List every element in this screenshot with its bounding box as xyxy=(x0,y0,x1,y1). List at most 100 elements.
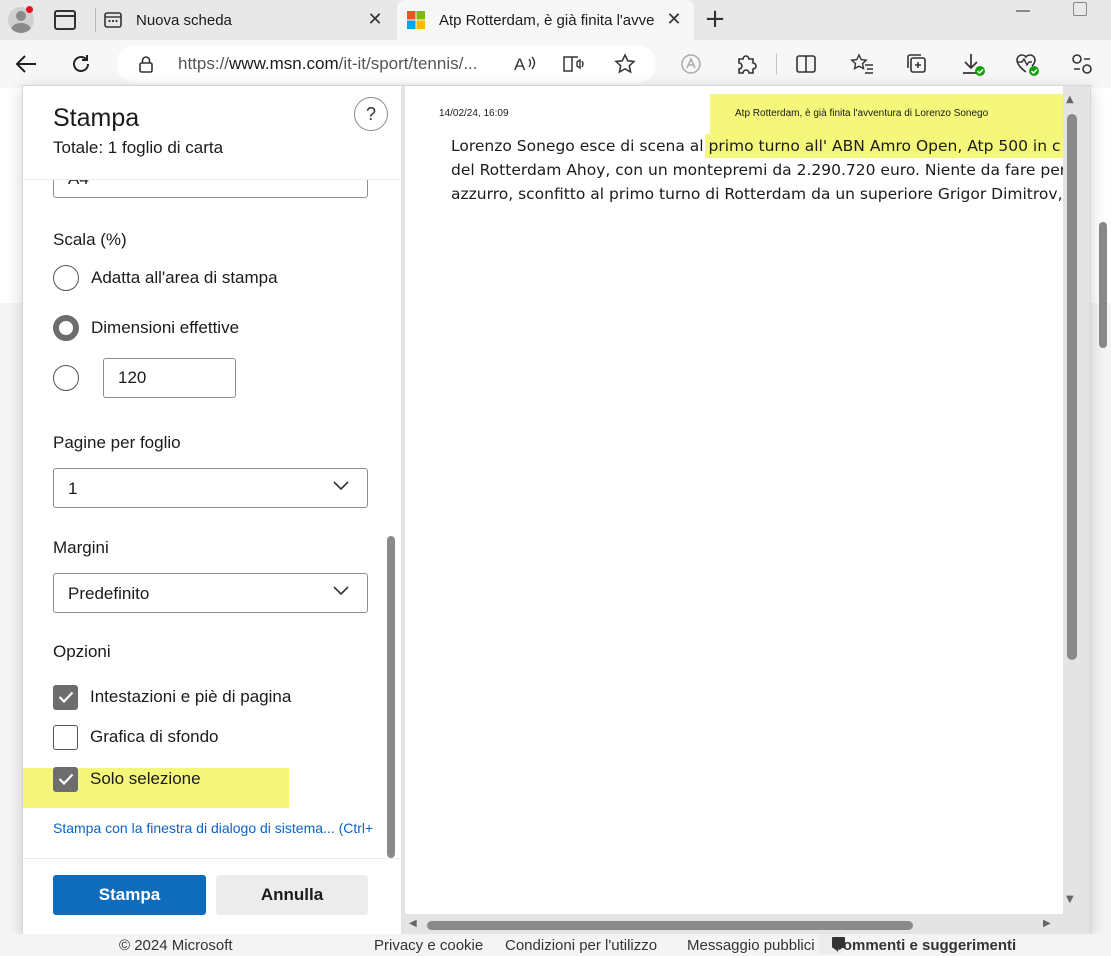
lock-icon[interactable] xyxy=(138,55,154,73)
address-bar[interactable]: https://www.msn.com/it-it/sport/tennis/.… xyxy=(116,45,656,83)
scroll-right-arrow-icon[interactable]: ▶ xyxy=(1043,918,1051,929)
print-settings-panel: Stampa Totale: 1 foglio di carta ? A4 Sc… xyxy=(23,86,401,934)
scale-option-label: Dimensioni effettive xyxy=(91,318,240,337)
option-background-graphics[interactable]: Grafica di sfondo xyxy=(53,724,219,750)
footer-link-privacy[interactable]: Privacy e cookie xyxy=(374,937,483,954)
tab-bar: Nuova scheda ✕ Atp Rotterdam, è già fini… xyxy=(0,0,1111,40)
preview-vertical-scrollbar[interactable] xyxy=(1067,114,1077,660)
footer-link-ads[interactable]: Messaggio pubblici xyxy=(687,937,815,954)
checkbox-checked[interactable] xyxy=(53,766,78,792)
option-label: Intestazioni e piè di pagina xyxy=(90,687,292,706)
extensions-puzzle-icon[interactable] xyxy=(734,52,758,76)
page-footer: © 2024 Microsoft Privacy e cookie Condiz… xyxy=(0,934,1111,956)
chevron-down-icon xyxy=(340,180,342,181)
tab-title: Atp Rotterdam, è già finita l'avve xyxy=(439,11,655,29)
read-aloud-icon[interactable]: A xyxy=(513,52,537,76)
url-path: /it-it/sport/tennis/... xyxy=(338,54,478,73)
feedback-label: Commenti e suggerimenti xyxy=(832,937,1017,954)
preview-horizontal-scrollbar[interactable] xyxy=(427,921,913,930)
tab-new-tab[interactable]: Nuova scheda xyxy=(104,0,394,40)
margins-select[interactable]: Predefinito xyxy=(53,573,368,613)
radio-button-selected[interactable] xyxy=(53,315,79,341)
option-selection-only[interactable]: Solo selezione xyxy=(53,766,201,792)
sheet-total: Totale: 1 foglio di carta xyxy=(53,138,224,157)
print-preview[interactable]: 14/02/24, 16:09 Atp Rotterdam, è già fin… xyxy=(403,86,1090,934)
performance-heart-icon[interactable] xyxy=(1015,52,1039,76)
refresh-icon[interactable] xyxy=(69,52,93,76)
microsoft-logo-icon xyxy=(407,11,425,29)
paper-size-select[interactable]: A4 xyxy=(53,180,368,198)
close-tab-icon[interactable]: ✕ xyxy=(664,10,684,30)
preview-body-line: Lorenzo Sonego esce di scena al primo tu… xyxy=(451,137,1061,155)
scroll-down-arrow-icon[interactable]: ▼ xyxy=(1066,894,1074,905)
toolbar-separator xyxy=(776,53,777,75)
scale-value-input[interactable]: 120 xyxy=(103,358,236,398)
preview-body-line: del Rotterdam Ahoy, con un montepremi da… xyxy=(451,161,1063,179)
url-host: www.msn.com xyxy=(229,54,339,73)
checkmark-icon xyxy=(58,691,73,703)
checkmark-icon xyxy=(58,773,73,785)
tab-active-article[interactable]: Atp Rotterdam, è già finita l'avve xyxy=(397,0,694,40)
browser-window: Nuova scheda ✕ Atp Rotterdam, è già fini… xyxy=(0,0,1111,956)
new-tab-page-icon xyxy=(104,12,122,28)
copilot-icon[interactable] xyxy=(1070,52,1094,76)
scroll-left-arrow-icon[interactable]: ◀ xyxy=(409,918,417,929)
scroll-up-arrow-icon[interactable]: ▲ xyxy=(1066,94,1074,105)
help-button[interactable]: ? xyxy=(354,97,388,131)
cancel-button[interactable]: Annulla xyxy=(216,875,368,915)
scale-option-fit[interactable]: Adatta all'area di stampa xyxy=(53,264,278,292)
chevron-down-icon xyxy=(333,481,349,491)
preview-body-text: Lorenzo Sonego esce di scena al primo tu… xyxy=(451,134,1063,206)
svg-text:A: A xyxy=(514,55,526,74)
new-tab-plus-icon[interactable]: + xyxy=(703,6,727,32)
page-scrollbar[interactable] xyxy=(1099,222,1107,348)
toolbar: https://www.msn.com/it-it/sport/tennis/.… xyxy=(0,40,1111,88)
copyright-text: © 2024 Microsoft xyxy=(119,937,233,954)
print-settings-scroll[interactable]: A4 Scala (%) Adatta all'area di stampa D… xyxy=(23,180,401,858)
margins-label: Margini xyxy=(53,538,109,557)
back-arrow-icon[interactable] xyxy=(14,52,38,76)
minimize-icon[interactable] xyxy=(1016,10,1030,12)
margins-value: Predefinito xyxy=(68,584,150,603)
checkbox-checked[interactable] xyxy=(53,684,78,710)
print-button[interactable]: Stampa xyxy=(53,875,206,915)
tab-actions-icon[interactable] xyxy=(54,10,76,30)
favorite-star-icon[interactable] xyxy=(613,52,637,76)
print-panel-header: Stampa Totale: 1 foglio di carta ? xyxy=(23,86,401,180)
scale-option-actual[interactable]: Dimensioni effettive xyxy=(53,314,239,342)
scale-option-label: Adatta all'area di stampa xyxy=(91,268,278,287)
option-label: Grafica di sfondo xyxy=(90,727,219,746)
pages-per-sheet-select[interactable]: 1 xyxy=(53,468,368,508)
radio-button[interactable] xyxy=(53,365,79,391)
immersive-reader-icon[interactable] xyxy=(562,52,586,76)
browser-essentials-icon[interactable] xyxy=(679,52,703,76)
pages-per-sheet-value: 1 xyxy=(68,479,78,498)
system-dialog-link[interactable]: Stampa con la finestra di dialogo di sis… xyxy=(53,820,373,836)
notification-dot xyxy=(26,6,33,13)
collections-icon[interactable] xyxy=(905,52,929,76)
option-headers-footers[interactable]: Intestazioni e piè di pagina xyxy=(53,684,291,710)
print-panel-footer: Stampa Annulla xyxy=(23,858,401,934)
pages-per-sheet-label: Pagine per foglio xyxy=(53,433,181,452)
scale-option-custom[interactable] xyxy=(53,364,79,392)
close-tab-icon[interactable]: ✕ xyxy=(365,10,385,30)
split-screen-icon[interactable] xyxy=(794,52,818,76)
maximize-icon[interactable] xyxy=(1073,2,1087,16)
footer-link-terms[interactable]: Condizioni per l'utilizzo xyxy=(505,937,657,954)
downloads-icon[interactable] xyxy=(961,52,985,76)
favorites-list-icon[interactable] xyxy=(850,52,874,76)
feedback-button[interactable]: Commenti e suggerimenti xyxy=(818,934,1016,954)
settings-scrollbar[interactable] xyxy=(387,536,395,858)
options-label: Opzioni xyxy=(53,642,111,661)
chevron-down-icon xyxy=(333,586,349,596)
url-text[interactable]: https://www.msn.com/it-it/sport/tennis/.… xyxy=(178,54,478,74)
paper-size-value: A4 xyxy=(68,180,89,189)
preview-date: 14/02/24, 16:09 xyxy=(439,108,509,119)
print-dialog: Stampa Totale: 1 foglio di carta ? A4 Sc… xyxy=(22,85,1091,935)
radio-button[interactable] xyxy=(53,265,79,291)
preview-header-title: Atp Rotterdam, è già finita l'avventura … xyxy=(735,108,989,119)
checkbox-unchecked[interactable] xyxy=(53,724,78,750)
scale-label: Scala (%) xyxy=(53,230,127,249)
url-scheme: https:// xyxy=(178,54,230,73)
print-title: Stampa xyxy=(53,104,140,132)
